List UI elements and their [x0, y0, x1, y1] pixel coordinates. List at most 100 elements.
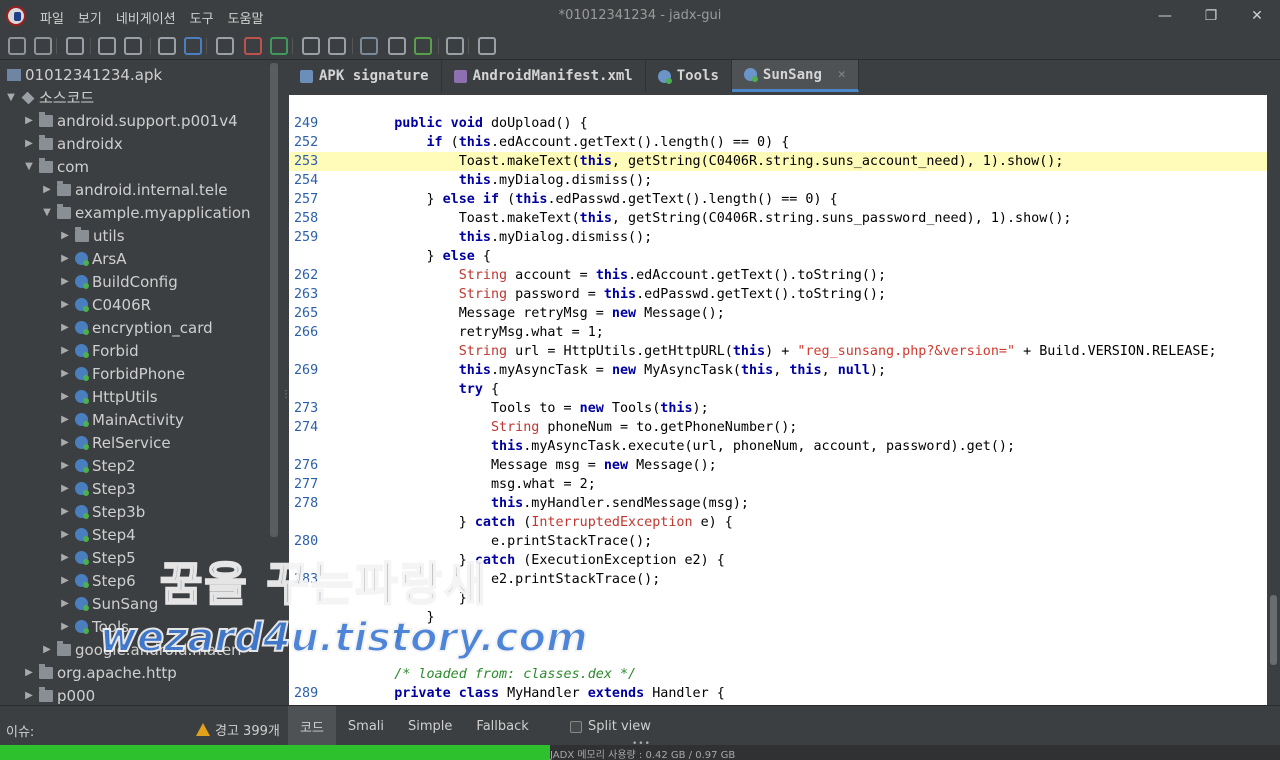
chevron-right-icon[interactable]: ▶ — [58, 414, 72, 425]
export-icon[interactable] — [124, 37, 142, 55]
find-class-icon[interactable] — [244, 37, 262, 55]
chevron-right-icon[interactable]: ▶ — [58, 391, 72, 402]
tab-androidmanifest-xml[interactable]: AndroidManifest.xml — [442, 60, 646, 92]
code-line: } catch (InterruptedException e) { — [289, 513, 1267, 532]
tab-tools[interactable]: Tools — [646, 60, 732, 92]
tree-class-item[interactable]: ▶ Step2 — [58, 454, 136, 477]
chevron-right-icon[interactable]: ▶ — [58, 253, 72, 264]
add-files-icon[interactable] — [34, 37, 52, 55]
chevron-right-icon[interactable]: ▶ — [58, 529, 72, 540]
code-scrollbar[interactable] — [1267, 95, 1280, 705]
tree-package-item[interactable]: ▶ android.support.p001v4 — [22, 109, 238, 132]
tree-package-item[interactable]: ▶ org.apache.http — [22, 661, 177, 684]
tree-class-item[interactable]: ▶ ArsA — [58, 247, 126, 270]
tab-smali[interactable]: Smali — [336, 706, 396, 746]
tab-fallback[interactable]: Fallback — [464, 706, 540, 746]
reload-icon[interactable] — [66, 37, 84, 55]
tree-class-item[interactable]: ▶ Step5 — [58, 546, 136, 569]
menu-navigation[interactable]: 네비게이션 — [116, 8, 176, 27]
tree-class-item[interactable]: ▶ ForbidPhone — [58, 362, 185, 385]
tree-class-item[interactable]: ▶ SunSang — [58, 592, 158, 615]
forward-icon[interactable] — [328, 37, 346, 55]
chevron-right-icon[interactable]: ▶ — [40, 644, 54, 655]
chevron-right-icon[interactable]: ▶ — [22, 690, 36, 701]
menu-view[interactable]: 보기 — [78, 8, 102, 27]
close-button[interactable]: ✕ — [1234, 0, 1280, 32]
tree-class-item[interactable]: ▶ Step3 — [58, 477, 136, 500]
bookmark-icon[interactable] — [388, 37, 406, 55]
chevron-right-icon[interactable]: ▶ — [58, 598, 72, 609]
chevron-right-icon[interactable]: ▶ — [22, 138, 36, 149]
warning-icon — [196, 723, 210, 736]
tree-package-item[interactable]: ▼ com — [22, 155, 89, 178]
tree-class-item[interactable]: ▶ C0406R — [58, 293, 151, 316]
debug-icon[interactable] — [414, 37, 432, 55]
chevron-right-icon[interactable]: ▶ — [58, 552, 72, 563]
tree-class-item[interactable]: ▶ RelService — [58, 431, 170, 454]
tab-apk-signature[interactable]: APK signature — [288, 60, 442, 92]
tree-class-item[interactable]: ▶ encryption_card — [58, 316, 213, 339]
chevron-right-icon[interactable]: ▶ — [22, 667, 36, 678]
search-icon[interactable] — [216, 37, 234, 55]
maximize-button[interactable]: ❐ — [1188, 0, 1234, 32]
chevron-right-icon[interactable]: ▶ — [40, 184, 54, 195]
chevron-down-icon[interactable]: ▼ — [22, 161, 36, 172]
chevron-right-icon[interactable]: ▶ — [58, 575, 72, 586]
chevron-right-icon[interactable]: ▶ — [58, 322, 72, 333]
open-folder-icon[interactable] — [8, 37, 26, 55]
tree-class-item[interactable]: ▶ Step6 — [58, 569, 136, 592]
code-token: } — [362, 515, 475, 530]
menu-help[interactable]: 도움말 — [228, 8, 264, 27]
chevron-right-icon[interactable]: ▶ — [58, 483, 72, 494]
chevron-right-icon[interactable]: ▶ — [58, 345, 72, 356]
warnings-indicator[interactable]: 경고 399개 — [196, 720, 280, 739]
menu-tools[interactable]: 도구 — [190, 8, 214, 27]
chevron-right-icon[interactable]: ▶ — [58, 276, 72, 287]
find-usage-icon[interactable] — [270, 37, 288, 55]
chevron-down-icon[interactable]: ▼ — [4, 92, 18, 103]
settings-icon[interactable] — [478, 37, 496, 55]
flatten-icon[interactable] — [184, 37, 202, 55]
chevron-right-icon[interactable]: ▶ — [58, 437, 72, 448]
menu-file[interactable]: 파일 — [40, 8, 64, 27]
save-icon[interactable] — [98, 37, 116, 55]
tab-sunsang[interactable]: SunSang ✕ — [731, 60, 859, 92]
tree-source-code[interactable]: ▼ 소스코드 — [4, 86, 94, 109]
tree-class-item[interactable]: ▶ MainActivity — [58, 408, 184, 431]
chevron-right-icon[interactable]: ▶ — [58, 230, 72, 241]
tree-class-item[interactable]: ▶ HttpUtils — [58, 385, 157, 408]
chevron-right-icon[interactable]: ▶ — [58, 506, 72, 517]
back-icon[interactable] — [302, 37, 320, 55]
tree-package-item[interactable]: ▶ androidx — [22, 132, 123, 155]
tree-package-item[interactable]: ▶ utils — [58, 224, 125, 247]
tree-class-item[interactable]: ▶ Step4 — [58, 523, 136, 546]
minimize-button[interactable]: — — [1142, 0, 1188, 32]
decompile-icon[interactable] — [360, 37, 378, 55]
tree-package-item[interactable]: ▶ p000 — [22, 684, 95, 705]
splitter-handle[interactable]: ⋮ — [281, 390, 291, 412]
tree-package-item[interactable]: ▶ android.internal.tele — [40, 178, 228, 201]
split-view-toggle[interactable]: Split view — [570, 719, 651, 734]
log-icon[interactable] — [446, 37, 464, 55]
chevron-right-icon[interactable]: ▶ — [58, 368, 72, 379]
chevron-right-icon[interactable]: ▶ — [22, 115, 36, 126]
tree-scrollbar[interactable] — [270, 63, 278, 537]
sync-tree-icon[interactable] — [158, 37, 176, 55]
chevron-right-icon[interactable]: ▶ — [58, 460, 72, 471]
scrollbar-thumb[interactable] — [1270, 595, 1277, 665]
tree-class-item[interactable]: ▶ Forbid — [58, 339, 139, 362]
tree-root-apk[interactable]: 01012341234.apk — [4, 63, 162, 86]
package-folder-icon — [39, 686, 53, 702]
tab-code[interactable]: 코드 — [288, 706, 336, 746]
chevron-right-icon[interactable]: ▶ — [58, 299, 72, 310]
tree-class-item[interactable]: ▶ BuildConfig — [58, 270, 178, 293]
menu-bar: 파일 보기 네비게이션 도구 도움말 — [40, 8, 277, 27]
tree-class-item[interactable]: ▶ Step3b — [58, 500, 145, 523]
chevron-down-icon[interactable]: ▼ — [40, 207, 54, 218]
chevron-right-icon[interactable]: ▶ — [58, 621, 72, 632]
close-icon[interactable]: ✕ — [838, 67, 846, 82]
tab-simple[interactable]: Simple — [396, 706, 464, 746]
tree-package-item[interactable]: ▼ example.myapplication — [40, 201, 251, 224]
split-view-checkbox[interactable] — [570, 720, 582, 733]
code-token: password = — [507, 287, 604, 302]
